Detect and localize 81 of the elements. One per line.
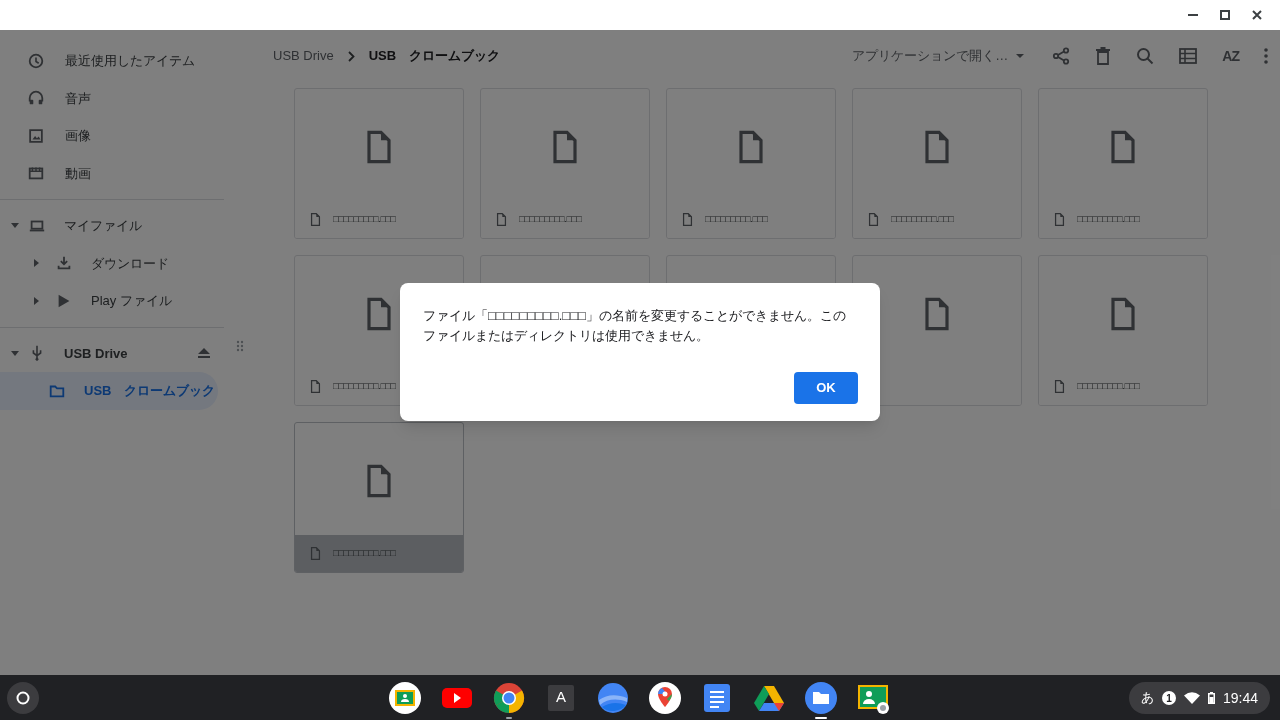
file-card[interactable]: □□□□□□□□□.□□□: [1038, 88, 1208, 239]
file-card[interactable]: □□□□□□□□□.□□□: [480, 88, 650, 239]
file-icon: [923, 130, 951, 164]
clock-time: 19:44: [1222, 688, 1258, 708]
launcher-button[interactable]: [6, 681, 39, 714]
file-card[interactable]: □□□□□□□□□.□□□: [1038, 255, 1208, 406]
file-name: □□□□□□□□□.□□□: [891, 212, 954, 226]
notification-count: 1: [1161, 691, 1176, 705]
sort-button[interactable]: AZ: [1222, 45, 1239, 67]
classroom-icon: [389, 681, 421, 714]
sidebar-item[interactable]: 最近使用したアイテム: [0, 42, 224, 80]
clock-icon: [27, 51, 45, 70]
browser-icon: [493, 681, 525, 714]
file-icon: [310, 213, 321, 226]
shelf-app-button[interactable]: A: [545, 675, 577, 720]
eject-icon[interactable]: [198, 348, 210, 359]
wifi-icon: [1183, 692, 1200, 704]
file-icon: [310, 380, 321, 393]
file-icon: [737, 130, 765, 164]
battery-icon: [1207, 692, 1215, 704]
collapsed-arrow-icon[interactable]: [33, 296, 39, 305]
delete-icon[interactable]: [1095, 47, 1112, 65]
folder-icon: [805, 681, 837, 714]
file-icon: [1054, 380, 1065, 393]
app-icon: A: [548, 684, 574, 711]
ok-button[interactable]: OK: [794, 372, 858, 404]
file-name: □□□□□□□□□.□□□: [519, 212, 582, 226]
file-card[interactable]: □□□□□□□□□.□□□: [852, 88, 1022, 239]
file-name: □□□□□□□□□.□□□: [333, 212, 396, 226]
caret-icon: [1016, 54, 1025, 58]
image-icon: [27, 126, 45, 145]
list-view-icon[interactable]: [1179, 48, 1198, 64]
file-card[interactable]: □□□□□□□□□.□□□: [294, 88, 464, 239]
file-name: □□□□□□□□□.□□□: [333, 379, 396, 393]
more-icon[interactable]: [1264, 48, 1268, 64]
tree-item[interactable]: Play ファイル: [0, 282, 224, 320]
file-card[interactable]: □□□□□□□□□.□□□: [666, 88, 836, 239]
share-icon[interactable]: [1052, 47, 1071, 65]
open-with-dropdown[interactable]: アプリケーションで開く…: [852, 46, 1025, 66]
tree-item[interactable]: マイファイル: [0, 207, 224, 245]
tree-item[interactable]: USB Drive: [0, 334, 224, 372]
file-icon: [496, 213, 507, 226]
map-pin-icon: [649, 681, 681, 714]
close-icon[interactable]: [1252, 10, 1262, 20]
chevron-icon: [347, 50, 355, 62]
status-tray[interactable]: あ 1 19:44: [1128, 682, 1270, 714]
search-icon[interactable]: [1136, 47, 1155, 65]
file-name: □□□□□□□□□.□□□: [1077, 212, 1140, 226]
sidebar-item[interactable]: 動画: [0, 154, 224, 192]
file-icon: [1054, 213, 1065, 226]
file-icon: [868, 213, 879, 226]
file-icon: [1109, 130, 1137, 164]
file-icon: [682, 213, 693, 226]
file-icon: [365, 464, 393, 498]
expanded-arrow-icon[interactable]: [11, 350, 19, 356]
file-icon: [923, 297, 951, 331]
breadcrumb-item[interactable]: USB Drive: [273, 46, 334, 66]
file-name: □□□□□□□□□.□□□: [333, 546, 396, 560]
maximize-icon[interactable]: [1220, 10, 1230, 20]
expanded-arrow-icon[interactable]: [11, 223, 19, 229]
file-icon: [1109, 297, 1137, 331]
sidebar-item[interactable]: 音声: [0, 79, 224, 117]
sidebar-item[interactable]: 画像: [0, 117, 224, 155]
file-name: □□□□□□□□□.□□□: [705, 212, 768, 226]
file-card[interactable]: □□□□□□□□□.□□□: [294, 422, 464, 573]
breadcrumb-item[interactable]: USB クロームブック: [368, 46, 501, 66]
document-icon: [701, 681, 733, 714]
file-icon: [310, 547, 321, 560]
drag-handle-icon[interactable]: [236, 340, 244, 352]
file-name: □□□□□□□□□.□□□: [1077, 379, 1140, 393]
collapsed-arrow-icon[interactable]: [33, 259, 39, 268]
tree-item[interactable]: USB クロームブック: [0, 372, 218, 410]
file-icon: [551, 130, 579, 164]
running-indicator: [815, 717, 827, 719]
tree-item[interactable]: ダウンロード: [0, 244, 224, 282]
ime-indicator: あ: [1140, 689, 1154, 708]
file-icon: [365, 297, 393, 331]
running-indicator: [506, 717, 512, 719]
file-icon: [365, 130, 393, 164]
globe-icon: [597, 681, 629, 714]
launcher-icon: [15, 690, 30, 705]
